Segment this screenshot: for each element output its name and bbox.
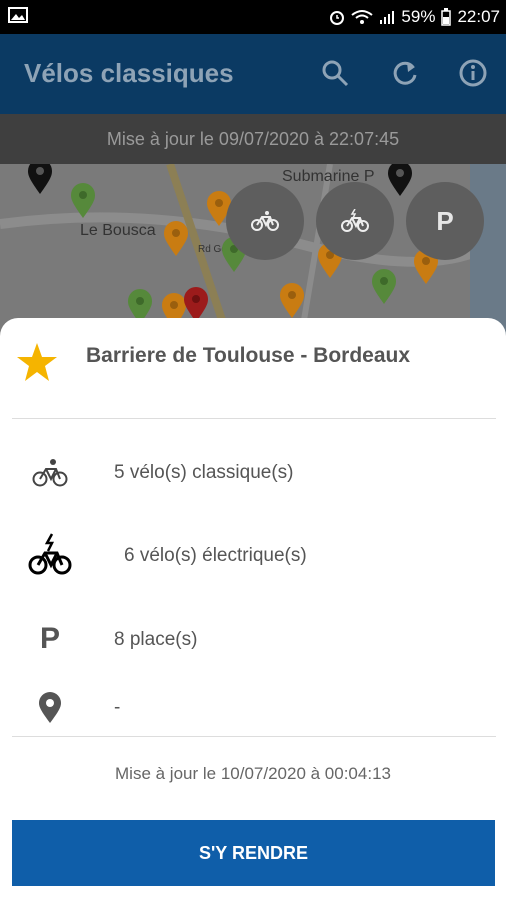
refresh-button[interactable] [388,56,422,90]
info-button[interactable] [456,56,490,90]
page-title: Vélos classiques [24,58,234,88]
electric-bike-icon [341,209,369,232]
map-marker-orange[interactable] [278,282,306,320]
signal-icon [379,9,395,25]
bike-icon [251,211,279,231]
electric-bike-icon [20,532,80,576]
filter-classic-bike-button[interactable] [226,182,304,260]
map[interactable]: Le Bousca Submarine P Rd Go P [0,164,506,344]
battery-percent: 59% [401,7,436,26]
parking-places-count: 8 place(s) [114,629,198,650]
info-icon [459,59,487,87]
refresh-icon [393,61,417,85]
divider [12,418,496,419]
search-button[interactable] [318,56,352,90]
station-address: - [114,697,121,718]
battery-icon [441,8,452,26]
map-update-text: Mise à jour le 09/07/2020 à 22:07:45 [106,128,400,149]
search-icon [322,60,349,87]
map-marker-black[interactable] [26,164,54,196]
gallery-icon [8,7,28,28]
clock: 22:07 [457,7,500,26]
map-marker-black[interactable] [386,164,414,198]
bike-icon [20,458,80,488]
filter-parking-button[interactable]: P [406,182,484,260]
location-pin-icon [20,692,80,724]
map-update-banner: Mise à jour le 09/07/2020 à 22:07:45 [0,114,506,164]
classic-bikes-count: 5 vélo(s) classique(s) [114,462,294,483]
map-marker-green[interactable] [69,182,97,220]
wifi-icon [351,9,374,25]
station-update-text: Mise à jour le 10/07/2020 à 00:04:13 [115,764,391,783]
filter-electric-bike-button[interactable] [316,182,394,260]
star-favorite-icon[interactable] [16,342,58,387]
map-label-bouscat: Le Bousca [80,222,156,239]
station-detail-sheet: Barriere de Toulouse - Bordeaux 5 vélo(s… [0,318,506,900]
map-marker-green[interactable] [370,268,398,306]
divider [12,736,496,737]
electric-bikes-count: 6 vélo(s) électrique(s) [124,545,307,566]
navigate-button[interactable]: S'Y RENDRE [12,820,495,886]
alarm-icon [329,9,345,25]
map-marker-orange[interactable] [162,220,190,258]
status-bar: 59% 22:07 [0,0,506,34]
parking-icon: P [436,205,454,236]
station-name: Barriere de Toulouse - Bordeaux [86,344,411,367]
app-bar: Vélos classiques [0,34,506,114]
parking-icon: P [39,622,60,655]
